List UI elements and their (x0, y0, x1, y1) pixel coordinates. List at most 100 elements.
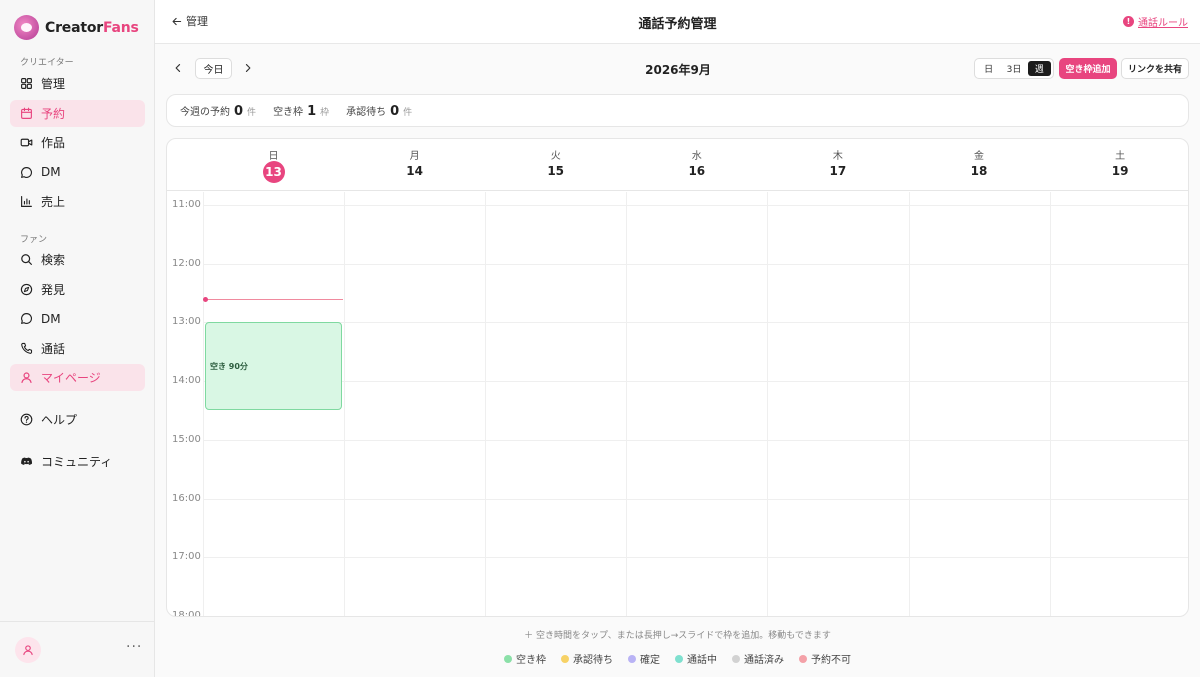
legend-label: 空き枠 (516, 655, 546, 666)
day-of-week: 水 (691, 151, 702, 162)
legend-swatch (628, 654, 636, 663)
sidebar-item-label: DM (41, 311, 61, 326)
stat-1: 空き枠 1 枠 (273, 103, 329, 119)
available-slot[interactable]: 空き 90分 (205, 322, 343, 411)
legend-swatch (799, 654, 807, 663)
day-number: 15 (547, 164, 565, 178)
fan-section-label: ファン (20, 235, 48, 245)
day-header-4[interactable]: 木 17 (767, 139, 908, 191)
hour-line (203, 381, 1188, 383)
sidebar-item-help[interactable]: ヘルプ (10, 406, 145, 433)
creator-section-label: クリエイター (20, 58, 74, 68)
legend-item: 空き枠 (504, 651, 546, 666)
page-title: 通話予約管理 (638, 17, 717, 32)
legend-label: 通話済み (744, 655, 784, 666)
current-time-dot (203, 296, 208, 302)
day-of-week: 月 (409, 151, 420, 162)
time-label: 17:00 (172, 551, 201, 563)
day-of-week: 木 (832, 151, 843, 162)
day-header-6[interactable]: 土 19 (1050, 139, 1188, 191)
logo-mascot-icon (14, 15, 39, 40)
day-number: 17 (829, 164, 847, 178)
call-rules-label: 通話ルール (1138, 18, 1188, 29)
sidebar-item-creator-1[interactable]: 予約 (10, 99, 145, 127)
hour-line (203, 615, 1188, 616)
legend-label: 通話中 (687, 655, 717, 666)
sidebar-item-creator-3[interactable]: DM (10, 159, 145, 186)
day-header-0[interactable]: 日 13 (203, 139, 344, 191)
phone-icon (20, 342, 33, 355)
day-column-divider (203, 192, 204, 616)
chevron-left-icon (175, 64, 181, 72)
legend-swatch (561, 654, 569, 663)
view-option-2[interactable]: 週 (1027, 61, 1051, 76)
legend-label: 承認待ち (573, 655, 613, 666)
sidebar-item-label: 発見 (41, 282, 66, 297)
legend-item: 予約不可 (799, 651, 851, 666)
sidebar-item-fan-3[interactable]: 通話 (10, 335, 145, 362)
status-legend: 空き枠 承認待ち 確定 通話中 通話済み 予約不可 (166, 651, 1189, 666)
view-switcher: 日 3日週 (974, 58, 1054, 79)
sidebar: CreatorFans クリエイター 管理 予約 作品 DM 売上 ファン 検索 発見 DM… (0, 0, 155, 677)
weekly-stats: 今週の予約 0 件空き枠 1 枠承認待ち 0 件 (166, 94, 1189, 127)
stat-0: 今週の予約 0 件 (180, 103, 256, 119)
sidebar-item-label: 通話 (41, 341, 66, 356)
search-icon (20, 253, 33, 266)
day-header-5[interactable]: 金 18 (909, 139, 1050, 191)
day-number: 19 (1111, 164, 1129, 178)
day-column-divider (626, 192, 628, 616)
current-time-line (205, 298, 344, 300)
day-column-divider (908, 192, 910, 616)
share-link-button[interactable]: リンクを共有 (1121, 58, 1189, 79)
day-of-week: 火 (550, 151, 561, 162)
stat-value: 0 (234, 103, 244, 119)
calendar-grid[interactable]: 11:00 12:00 13:00 14:00 15:00 16:00 17:00 18:00… (167, 192, 1188, 616)
view-option-0[interactable]: 日 (977, 61, 1000, 76)
brand-name: CreatorFans (45, 19, 139, 36)
sidebar-item-label: 作品 (41, 136, 66, 150)
more-options-button[interactable]: ··· (126, 639, 142, 655)
sidebar-item-creator-4[interactable]: 売上 (10, 188, 145, 215)
help-icon (20, 413, 33, 426)
today-button[interactable]: 今日 (195, 58, 232, 79)
time-label: 11:00 (172, 199, 201, 210)
hour-line (203, 498, 1188, 500)
add-slot-hint: ＋ 空き時間をタップ、または長押し→スライドで枠を追加。移動もできます (524, 631, 831, 641)
sidebar-item-fan-2[interactable]: DM (10, 305, 145, 332)
calendar-header: 日 13 月 14 火 15 水 16 木 17 金 18 土 19 (167, 139, 1188, 191)
hour-line (203, 322, 1188, 324)
day-header-3[interactable]: 水 16 (626, 139, 767, 191)
legend-swatch (732, 654, 740, 663)
user-icon (20, 371, 33, 384)
day-column-divider (767, 192, 769, 616)
stat-unit: 件 (247, 107, 257, 118)
sidebar-item-fan-4[interactable]: マイページ (10, 364, 145, 391)
next-week-button[interactable] (240, 60, 256, 76)
day-header-1[interactable]: 月 14 (344, 139, 485, 191)
day-number: 13 (262, 161, 285, 183)
chat-icon (20, 312, 33, 325)
stat-unit: 件 (403, 107, 413, 118)
sidebar-item-fan-1[interactable]: 発見 (10, 276, 145, 303)
sidebar-item-label: 検索 (41, 253, 66, 267)
view-option-1[interactable]: 3日 (1002, 61, 1025, 76)
sidebar-item-creator-2[interactable]: 作品 (10, 129, 145, 156)
day-of-week: 金 (974, 151, 984, 162)
brand-logo[interactable]: CreatorFans (14, 15, 139, 40)
legend-item: 通話中 (675, 651, 717, 666)
sidebar-item-label: コミュニティ (41, 455, 113, 469)
legend-item: 通話済み (732, 651, 784, 666)
stat-value: 1 (307, 103, 317, 119)
call-rules-link[interactable]: ! 通話ルール (1123, 14, 1188, 29)
sidebar-item-community[interactable]: コミュニティ (10, 448, 145, 475)
top-bar: 管理 通話予約管理 ! 通話ルール (155, 0, 1200, 44)
sidebar-item-fan-0[interactable]: 検索 (10, 246, 145, 273)
user-icon (23, 645, 33, 656)
prev-week-button[interactable] (170, 60, 186, 76)
day-header-2[interactable]: 火 15 (485, 139, 626, 191)
day-column-divider (1049, 192, 1051, 616)
avatar[interactable] (15, 637, 41, 663)
add-slot-button[interactable]: 空き枠追加 (1059, 58, 1117, 79)
bar-chart-icon (20, 195, 33, 208)
sidebar-item-creator-0[interactable]: 管理 (10, 70, 145, 97)
